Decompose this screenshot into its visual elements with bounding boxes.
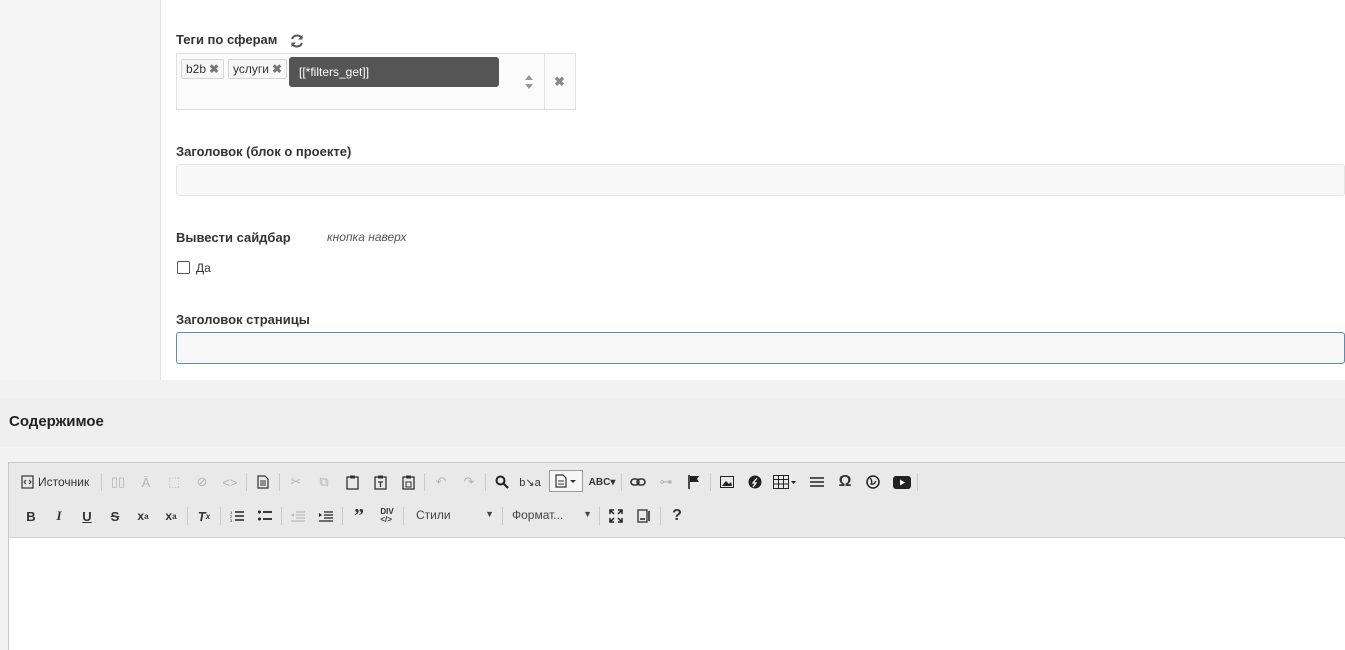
toolbar-separator [917, 473, 918, 491]
tag-label: услуги [233, 62, 269, 76]
document-icon[interactable] [251, 471, 275, 493]
styles-combo[interactable]: Стили ▼ [410, 505, 498, 527]
tag-chip[interactable]: услуги ✖ [228, 59, 288, 79]
source-button[interactable]: Источник [21, 471, 97, 493]
clear-icon[interactable]: ✖ [554, 74, 566, 89]
toolbar-separator [485, 473, 486, 491]
source-icon [21, 475, 34, 489]
toolbar-separator [342, 507, 343, 525]
remove-format-icon[interactable]: Tx [192, 505, 216, 527]
template-dropdown-icon[interactable] [549, 470, 583, 492]
spellcheck-icon[interactable]: ABC▾ [587, 471, 617, 493]
format-label: Формат... [512, 508, 564, 522]
toolbar-separator [220, 507, 221, 525]
horizontal-line-icon[interactable] [805, 471, 829, 493]
link-icon[interactable] [626, 471, 650, 493]
unlink-icon[interactable]: ⊶ [654, 471, 678, 493]
source-label: Источник [38, 475, 90, 489]
superscript-icon[interactable]: xa [159, 505, 183, 527]
globe-icon[interactable] [861, 471, 885, 493]
bullet-list-icon[interactable] [253, 505, 277, 527]
paste-word-icon[interactable] [396, 471, 420, 493]
help-icon[interactable]: ? [665, 505, 689, 527]
comment-icon[interactable]: ⬚ [162, 471, 186, 493]
toolbar-separator [187, 507, 188, 525]
refresh-icon[interactable] [289, 33, 305, 49]
table-icon[interactable] [771, 471, 799, 493]
strike-icon[interactable]: S [103, 505, 127, 527]
project-heading-label: Заголовок (блок о проекте) [176, 144, 352, 159]
paste-text-icon[interactable] [368, 471, 392, 493]
tags-label: Теги по сферам [176, 32, 278, 47]
page-title-label: Заголовок страницы [176, 312, 310, 327]
toolbar-separator [621, 473, 622, 491]
subscript-icon[interactable]: xa [131, 505, 155, 527]
paste-icon[interactable] [340, 471, 364, 493]
replace-icon[interactable]: b↘a [518, 471, 542, 493]
toolbar-separator [599, 507, 600, 525]
content-section-title: Содержимое [9, 413, 104, 430]
sidebar-checkbox[interactable] [177, 261, 190, 274]
close-icon[interactable]: ✖ [272, 62, 282, 76]
numbered-list-icon[interactable]: 123 [225, 505, 249, 527]
chevron-down-icon: ▼ [583, 509, 592, 519]
sort-updown-icon[interactable] [524, 74, 534, 90]
page-title-input[interactable] [176, 332, 1345, 364]
sidebar-checkbox-label[interactable]: Да [196, 261, 211, 275]
cut-icon[interactable]: ✂ [284, 471, 308, 493]
toolbar-separator [403, 507, 404, 525]
sidebar-label: Вывести сайдбар [176, 230, 291, 245]
styles-label: Стили [416, 508, 451, 522]
maximize-icon[interactable] [604, 505, 628, 527]
tag-label: b2b [186, 62, 207, 76]
toolbar-separator [279, 473, 280, 491]
div-container-icon[interactable]: DIV </> [375, 505, 399, 527]
redo-icon[interactable]: ↷ [457, 471, 481, 493]
remove-comment-icon[interactable]: ⊘ [190, 471, 214, 493]
toolbar-separator [281, 507, 282, 525]
flash-icon[interactable] [743, 471, 767, 493]
toolbar-separator [101, 473, 102, 491]
content-section-header [0, 398, 1345, 447]
left-column [0, 0, 161, 380]
autoformat-icon[interactable]: Ā [134, 471, 158, 493]
svg-text:3: 3 [230, 518, 233, 522]
underline-icon[interactable]: U [75, 505, 99, 527]
indent-icon[interactable] [314, 505, 338, 527]
find-icon[interactable] [490, 471, 514, 493]
tags-divider [544, 54, 545, 109]
italic-icon[interactable]: I [47, 505, 71, 527]
special-char-icon[interactable]: Ω [833, 471, 857, 493]
save-icon[interactable]: ▯▯ [106, 471, 130, 493]
chevron-down-icon: ▼ [485, 509, 494, 519]
tag-chip[interactable]: b2b ✖ [181, 59, 225, 79]
anchor-flag-icon[interactable] [682, 471, 706, 493]
copy-icon[interactable]: ⧉ [312, 471, 336, 493]
outdent-icon[interactable] [286, 505, 310, 527]
project-heading-input[interactable] [176, 164, 1345, 196]
blockquote-icon[interactable]: ” [347, 505, 371, 527]
format-combo[interactable]: Формат... ▼ [506, 505, 596, 527]
toolbar-separator [710, 473, 711, 491]
bold-icon[interactable]: B [19, 505, 43, 527]
sidebar-hint: кнопка наверх [327, 230, 407, 244]
undo-icon[interactable]: ↶ [429, 471, 453, 493]
show-blocks-icon[interactable] [632, 505, 656, 527]
toolbar-separator [424, 473, 425, 491]
image-icon[interactable] [715, 471, 739, 493]
code-icon[interactable]: <> [218, 471, 242, 493]
toolbar-separator [502, 507, 503, 525]
tooltip: [[*filters_get]] [289, 57, 499, 87]
toolbar-separator [660, 507, 661, 525]
toolbar-separator [246, 473, 247, 491]
close-icon[interactable]: ✖ [209, 62, 219, 76]
editor-content-area[interactable] [9, 539, 1345, 650]
youtube-icon[interactable] [889, 471, 915, 493]
